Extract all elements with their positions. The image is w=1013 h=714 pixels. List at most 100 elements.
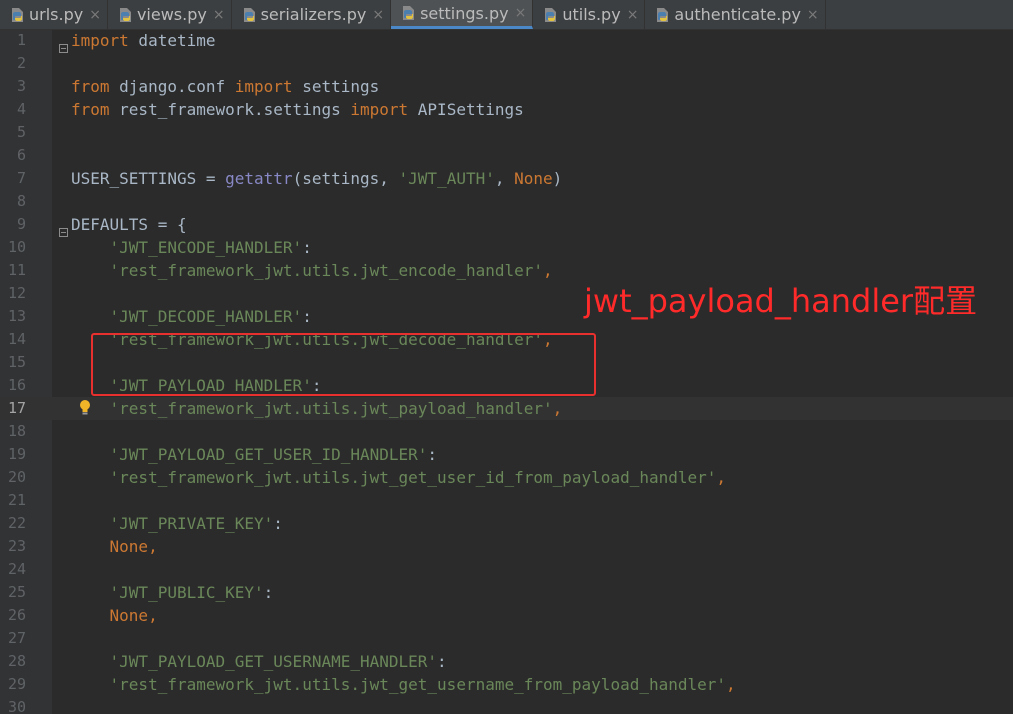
code-line[interactable]: 28 'JWT_PAYLOAD_GET_USERNAME_HANDLER': xyxy=(0,650,1013,673)
code-text: from rest_framework.settings import APIS… xyxy=(71,98,524,121)
line-number: 23 xyxy=(7,537,26,555)
tab-label: views.py xyxy=(136,5,207,24)
code-line[interactable]: 4 from rest_framework.settings import API… xyxy=(0,98,1013,121)
code-line[interactable]: 1 import datetime xyxy=(0,29,1013,53)
code-line[interactable]: 24 xyxy=(0,558,1013,581)
code-token: DEFAULTS = { xyxy=(71,215,187,234)
code-line[interactable]: 6 xyxy=(0,144,1013,167)
tab-label: serializers.py xyxy=(260,5,367,24)
tab-serializers-py[interactable]: serializers.py × xyxy=(232,0,392,29)
line-number: 17 xyxy=(7,399,26,417)
close-icon[interactable]: × xyxy=(627,7,639,23)
code-line[interactable]: 8 xyxy=(0,190,1013,213)
code-line[interactable]: 29 'rest_framework_jwt.utils.jwt_get_use… xyxy=(0,673,1013,696)
tab-label: settings.py xyxy=(420,3,509,23)
python-file-icon xyxy=(401,5,416,21)
tab-settings-py[interactable]: settings.py × xyxy=(391,0,534,29)
tab-label: authenticate.py xyxy=(674,5,801,24)
code-token: , xyxy=(552,399,563,418)
close-icon[interactable]: × xyxy=(515,5,527,21)
code-token: : xyxy=(263,583,274,602)
code-token: django.conf xyxy=(109,77,235,96)
line-number: 11 xyxy=(7,261,26,279)
code-token: from xyxy=(71,100,110,119)
line-number: 5 xyxy=(16,123,26,141)
code-token: 'JWT_DECODE_HANDLER' xyxy=(109,307,303,326)
lightbulb-icon[interactable] xyxy=(78,399,92,417)
fold-marker-icon[interactable] xyxy=(59,220,68,237)
code-text: 'JWT_ENCODE_HANDLER': xyxy=(71,236,312,259)
code-line[interactable]: 5 xyxy=(0,121,1013,144)
tab-urls-py[interactable]: urls.py × xyxy=(0,0,108,29)
tab-views-py[interactable]: views.py × xyxy=(108,0,232,29)
close-icon[interactable]: × xyxy=(213,7,225,23)
code-line[interactable]: 20 'rest_framework_jwt.utils.jwt_get_use… xyxy=(0,466,1013,489)
fold-marker-icon[interactable] xyxy=(59,36,68,53)
tab-label: utils.py xyxy=(562,5,621,24)
line-number: 30 xyxy=(7,698,26,714)
code-line[interactable]: 23 None, xyxy=(0,535,1013,558)
code-text: 'JWT_PAYLOAD_GET_USER_ID_HANDLER': xyxy=(71,443,438,466)
tab-authenticate-py[interactable]: authenticate.py × xyxy=(645,0,826,29)
code-line[interactable]: 2 xyxy=(0,52,1013,75)
close-icon[interactable]: × xyxy=(807,7,819,23)
code-text: 'rest_framework_jwt.utils.jwt_get_user_i… xyxy=(71,466,727,489)
line-number: 15 xyxy=(7,353,26,371)
code-token: 'rest_framework_jwt.utils.jwt_get_user_i… xyxy=(109,468,717,487)
code-line[interactable]: 19 'JWT_PAYLOAD_GET_USER_ID_HANDLER': xyxy=(0,443,1013,466)
code-token: 'rest_framework_jwt.utils.jwt_encode_han… xyxy=(109,261,544,280)
code-line[interactable]: 7 USER_SETTINGS = getattr(settings, 'JWT_… xyxy=(0,167,1013,190)
code-token: , xyxy=(716,468,727,487)
editor-tab-bar: urls.py × views.py × serializers.py × settings… xyxy=(0,0,1013,30)
close-icon[interactable]: × xyxy=(89,7,101,23)
python-file-icon xyxy=(118,7,133,23)
code-line[interactable]: 25 'JWT_PUBLIC_KEY': xyxy=(0,581,1013,604)
code-token: 'JWT_PRIVATE_KEY' xyxy=(109,514,274,533)
line-number: 10 xyxy=(7,238,26,256)
python-file-icon xyxy=(543,7,558,23)
code-token: None, xyxy=(109,537,158,556)
code-token: : xyxy=(302,238,312,257)
code-line[interactable]: 3 from django.conf import settings xyxy=(0,75,1013,98)
code-token: ) xyxy=(552,169,563,188)
line-number: 3 xyxy=(16,77,26,95)
line-number: 14 xyxy=(7,330,26,348)
code-line[interactable]: 21 xyxy=(0,489,1013,512)
code-token: 'JWT_PAYLOAD_GET_USERNAME_HANDLER' xyxy=(109,652,438,671)
code-text: import datetime xyxy=(71,29,216,52)
code-line[interactable]: 18 xyxy=(0,420,1013,443)
code-text: 'JWT_DECODE_HANDLER': xyxy=(71,305,312,328)
tab-utils-py[interactable]: utils.py × xyxy=(533,0,646,29)
code-line[interactable]: 30 xyxy=(0,696,1013,714)
code-token: : xyxy=(273,514,283,533)
line-number: 12 xyxy=(7,284,26,302)
line-number: 7 xyxy=(16,169,26,187)
code-line[interactable]: 17 'rest_framework_jwt.utils.jwt_payload… xyxy=(0,397,1013,420)
code-token: , xyxy=(543,261,553,280)
code-line[interactable]: 22 'JWT_PRIVATE_KEY': xyxy=(0,512,1013,535)
close-icon[interactable]: × xyxy=(372,7,384,23)
code-line[interactable]: 26 None, xyxy=(0,604,1013,627)
line-number: 24 xyxy=(7,560,26,578)
code-text: DEFAULTS = { xyxy=(71,213,187,236)
code-token: APISettings xyxy=(408,100,524,119)
code-line[interactable]: 10 'JWT_ENCODE_HANDLER': xyxy=(0,236,1013,259)
line-number: 2 xyxy=(16,54,26,72)
line-number: 19 xyxy=(7,445,26,463)
code-token: 'JWT_AUTH' xyxy=(398,169,495,188)
code-line[interactable]: 27 xyxy=(0,627,1013,650)
line-number: 27 xyxy=(7,629,26,647)
line-number: 21 xyxy=(7,491,26,509)
python-file-icon xyxy=(655,7,670,23)
tab-label: urls.py xyxy=(29,5,84,24)
line-number: 20 xyxy=(7,468,26,486)
line-number: 9 xyxy=(16,215,26,233)
code-line[interactable]: 9 DEFAULTS = { xyxy=(0,213,1013,237)
code-token: getattr xyxy=(225,169,293,188)
